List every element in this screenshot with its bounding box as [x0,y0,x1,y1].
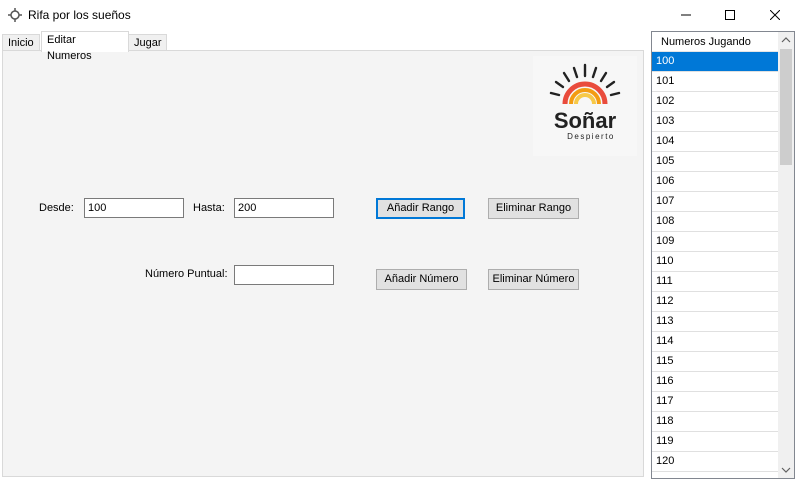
list-item[interactable]: 104 [652,132,780,152]
app-icon [8,8,22,22]
list-item[interactable]: 110 [652,252,780,272]
list-item[interactable]: 101 [652,72,780,92]
logo-tagline-text: Despierto [567,132,615,141]
maximize-button[interactable] [707,0,753,30]
scroll-down-icon[interactable] [781,467,791,473]
scroll-up-icon[interactable] [781,37,791,43]
list-item[interactable]: 111 [652,272,780,292]
list-header: Numeros Jugando [652,32,780,52]
list-item[interactable]: 106 [652,172,780,192]
maximize-icon [725,10,735,20]
numero-puntual-input[interactable] [234,265,334,285]
desde-input[interactable]: 100 [84,198,184,218]
minimize-button[interactable] [663,0,709,30]
close-button[interactable] [752,0,795,30]
list-item[interactable]: 107 [652,192,780,212]
list-item[interactable]: 100 [652,52,780,72]
minimize-icon [681,14,691,16]
window-title: Rifa por los sueños [28,8,131,22]
close-icon [770,10,780,20]
remove-number-button[interactable]: Eliminar Número [488,269,579,290]
sonar-despierto-logo: Soñar Despierto [533,56,637,156]
list-item[interactable]: 115 [652,352,780,372]
list-item[interactable]: 112 [652,292,780,312]
list-item[interactable]: 113 [652,312,780,332]
remove-range-button[interactable]: Eliminar Rango [488,198,579,219]
list-item[interactable]: 117 [652,392,780,412]
numero-puntual-label: Número Puntual: [145,268,228,280]
list-item[interactable]: 118 [652,412,780,432]
hasta-input[interactable]: 200 [234,198,334,218]
list-item[interactable]: 108 [652,212,780,232]
tab-inicio[interactable]: Inicio [2,34,40,51]
vertical-scrollbar[interactable] [778,32,794,478]
numeros-jugando-listbox[interactable]: Numeros Jugando 100 101 102 103 104 105 106 107… [651,31,795,479]
list-item[interactable]: 119 [652,432,780,452]
tab-editar-numeros[interactable]: Editar Numeros [41,31,129,62]
rainbow-sun-icon [549,63,621,105]
list-item[interactable]: 114 [652,332,780,352]
list-item[interactable]: 102 [652,92,780,112]
title-bar: Rifa por los sueños [0,0,795,30]
hasta-label: Hasta: [193,202,225,214]
add-number-button[interactable]: Añadir Número [376,269,467,290]
list-item[interactable]: 105 [652,152,780,172]
desde-label: Desde: [39,202,74,214]
list-item[interactable]: 120 [652,452,780,472]
list-item[interactable]: 103 [652,112,780,132]
logo-brand-text: Soñar [553,108,617,133]
scrollbar-thumb[interactable] [780,49,792,165]
list-item[interactable]: 116 [652,372,780,392]
list-item[interactable]: 109 [652,232,780,252]
add-range-button[interactable]: Añadir Rango [376,198,465,219]
tab-jugar[interactable]: Jugar [128,34,167,51]
